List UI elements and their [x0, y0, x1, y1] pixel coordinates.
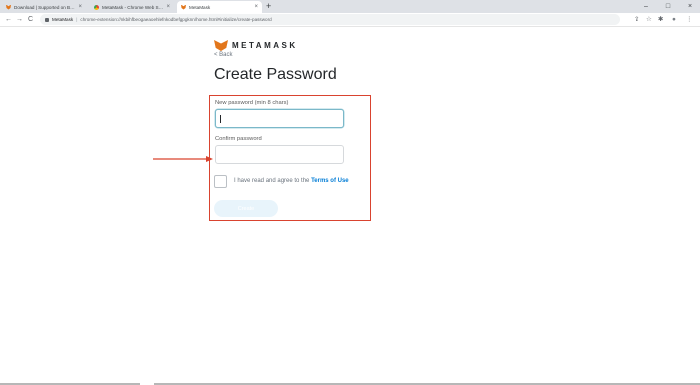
extensions-icon[interactable]: ✱ [658, 14, 663, 26]
tab-label: MetaMask [189, 4, 211, 10]
minimize-button[interactable]: – [636, 0, 656, 13]
new-password-input[interactable] [215, 109, 344, 128]
new-tab-button[interactable]: + [266, 1, 271, 12]
tab-metamask[interactable]: MetaMask × [177, 1, 262, 13]
annotation-arrow-icon [153, 156, 213, 162]
terms-agreement-text: I have read and agree to the Terms of Us… [234, 178, 349, 184]
metamask-fox-icon [181, 4, 186, 10]
back-arrow-icon[interactable]: ← [5, 14, 12, 26]
tab-chrome-web-store[interactable]: MetaMask - Chrome Web Store × [90, 1, 174, 13]
tab-close-icon[interactable]: × [254, 4, 258, 10]
close-window-button[interactable]: × [680, 0, 700, 13]
browser-menu-icon[interactable]: ⋮ [686, 14, 693, 26]
metamask-fox-icon [6, 4, 11, 10]
omnibox-separator: | [76, 17, 78, 22]
bookmark-star-icon[interactable]: ☆ [646, 14, 652, 26]
address-bar[interactable]: MetaMask | chrome-extension://nkbihfbeog… [40, 14, 620, 25]
url-text: chrome-extension://nkbihfbeogaeaoehlefnk… [80, 17, 272, 22]
browser-tab-strip: Download | Supported on Brow... × MetaMa… [0, 0, 700, 13]
metamask-wordmark: METAMASK [232, 41, 298, 50]
metamask-logo: METAMASK [214, 40, 298, 51]
terms-checkbox[interactable] [214, 175, 227, 188]
reload-icon[interactable]: C [28, 14, 33, 26]
create-button[interactable]: Create [214, 200, 278, 217]
maximize-button[interactable]: □ [658, 0, 678, 13]
extension-icon [45, 17, 49, 22]
page-title: Create Password [214, 66, 337, 83]
tab-download[interactable]: Download | Supported on Brow... × [2, 1, 86, 13]
tab-close-icon[interactable]: × [78, 4, 82, 10]
tab-label: Download | Supported on Brow... [14, 4, 76, 10]
tab-label: MetaMask - Chrome Web Store [102, 4, 164, 10]
confirm-password-label: Confirm password [215, 136, 262, 142]
agree-text: I have read and agree to the [234, 178, 310, 184]
profile-avatar-icon[interactable]: ● [672, 14, 676, 26]
forward-arrow-icon[interactable]: → [16, 14, 23, 26]
terms-of-use-link[interactable]: Terms of Use [311, 178, 349, 184]
tab-close-icon[interactable]: × [166, 4, 170, 10]
browser-toolbar: ← → C MetaMask | chrome-extension://nkbi… [0, 13, 700, 27]
share-icon[interactable]: ⇪ [634, 14, 639, 26]
site-name: MetaMask [52, 17, 74, 22]
text-caret [220, 115, 221, 123]
metamask-fox-icon [214, 40, 228, 51]
confirm-password-input[interactable] [215, 145, 344, 164]
new-password-label: New password (min 8 chars) [215, 100, 289, 106]
chrome-web-store-icon [94, 4, 99, 10]
back-link[interactable]: < Back [214, 52, 233, 58]
